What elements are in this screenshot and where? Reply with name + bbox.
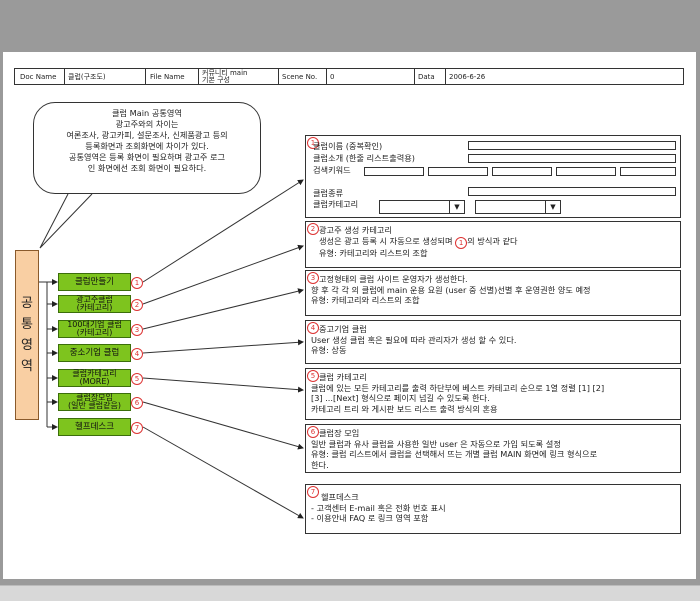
menu-club-category-button[interactable]: 클럽카테고리 (MORE) <box>58 369 131 387</box>
menu-number-badge: 7 <box>131 422 143 434</box>
menu-label: 클럽만들기 <box>74 276 115 287</box>
club-leader-meeting-box: 6 클럽장 모임 일반 클럽과 유사 클럽을 사용한 일반 user 은 자동으… <box>305 424 681 473</box>
common-area-callout: 클럽 Main 공통영역 광고주와의 차이는 여론조사, 광고카피, 설문조사,… <box>33 102 261 194</box>
vertical-char: 역 <box>21 359 33 374</box>
callout-line: 공통영역은 등록 화면이 필요하며 광고주 로그 <box>68 152 226 162</box>
menu-number-badge: 1 <box>131 277 143 289</box>
box-text: 유형: 카테고리와 리스트의 조합 <box>311 295 420 305</box>
callout-line: 광고주와의 차이는 <box>115 119 179 129</box>
box-number-badge: 2 <box>307 223 319 235</box>
club-category-label: 클럽카테고리 <box>313 199 359 209</box>
menu-number-badge: 3 <box>131 324 143 336</box>
box-title: 클럽 카테고리 <box>319 372 367 382</box>
box-text: 클럽에 있는 모든 카테고리를 출력 하단부에 베스트 카테고리 순으로 1열 … <box>311 382 605 393</box>
vertical-char: 공 <box>21 296 33 311</box>
box-title: 클럽장 모임 <box>319 428 360 438</box>
menu-number-badge: 6 <box>131 397 143 409</box>
menu-number-badge: 2 <box>131 299 143 311</box>
box-text: 유형: 상동 <box>311 345 347 355</box>
menu-create-club-button[interactable]: 클럽만들기 <box>58 273 131 291</box>
box-text: - 고객센터 E-mail 혹은 전화 번호 표시 <box>311 502 446 513</box>
callout-line: 클럽 Main 공통영역 <box>112 108 182 118</box>
box-number-badge: 6 <box>307 426 319 438</box>
search-keyword-input[interactable] <box>428 167 488 176</box>
callout-line: 인 화면에선 조회 화면이 필요하다. <box>87 163 207 173</box>
chevron-down-icon: ▼ <box>545 201 560 213</box>
search-keyword-input[interactable] <box>620 167 676 176</box>
menu-label: 헬프데스크 <box>74 421 115 432</box>
menu-top100-club-button[interactable]: 100대기업 클럽 (카테고리) <box>58 320 131 338</box>
box-text: 한다. <box>311 459 329 470</box>
menu-helpdesk-button[interactable]: 헬프데스크 <box>58 418 131 436</box>
box-text: 생성은 광고 등록 시 자동으로 생성되며 1의 방식과 같다 <box>319 235 518 249</box>
vertical-char: 영 <box>21 338 33 353</box>
advertiser-category-box: 2 광고주 생성 카테고리 생성은 광고 등록 시 자동으로 생성되며 1의 방… <box>305 221 681 268</box>
menu-number-badge: 4 <box>131 348 143 360</box>
menu-advertiser-club-button[interactable]: 광고주클럽 (카테고리) <box>58 295 131 313</box>
box-text: User 생성 클럽 혹은 필요에 따라 관리자가 생성 할 수 있다. <box>311 334 517 345</box>
menu-label: 중소기업 클럽 <box>69 347 120 358</box>
box-title: 광고주 생성 카테고리 <box>319 225 392 235</box>
search-keyword-label: 검색키워드 <box>313 165 351 175</box>
box-number-badge: 4 <box>307 322 319 334</box>
common-area-vertical-label: 공 통 영 역 <box>15 250 39 420</box>
box-number-badge: 7 <box>307 486 319 498</box>
helpdesk-box: 7 헬프데스크 - 고객센터 E-mail 혹은 전화 번호 표시 - 이용안내… <box>305 484 681 534</box>
box-text: 유형: 클럽 리스트에서 클럽을 선택해서 뜨는 개별 클럽 MAIN 화면에 … <box>311 449 598 459</box>
search-keyword-input[interactable] <box>492 167 552 176</box>
box-text: 일반 클럽과 유사 클럽을 사용한 일반 user 은 자동으로 가입 되도록 … <box>311 438 561 449</box>
box-number-badge: 5 <box>307 370 319 382</box>
menu-sublabel: (MORE) <box>79 377 110 386</box>
inline-number-badge: 1 <box>455 236 468 249</box>
menu-sublabel: (카테고리) <box>76 303 113 312</box>
club-intro-label: 클럽소개 (한줄 리스트출력용) <box>313 153 415 163</box>
box-title: 중고기업 클럽 <box>319 324 367 334</box>
box-title: 헬프데스크 <box>321 492 359 502</box>
menu-sme-club-button[interactable]: 중소기업 클럽 <box>58 344 131 362</box>
sme-club-box: 4 중고기업 클럽 User 생성 클럽 혹은 필요에 따라 관리자가 생성 할… <box>305 320 681 364</box>
box-text: 향 후 각 각 의 클럽에 main 운용 요원 (user 중 선별)선별 후… <box>311 284 591 295</box>
callout-line: 여론조사, 광고카피, 설문조사, 신제품광고 등의 <box>66 130 228 140</box>
callout-line: 등록화면과 조회화면에 차이가 있다. <box>85 141 209 151</box>
club-name-label: 클럽이름 (중복확인) <box>313 141 383 151</box>
club-type-input[interactable] <box>468 187 676 196</box>
box-number-badge: 3 <box>307 272 319 284</box>
menu-sublabel: (카테고리) <box>76 328 113 337</box>
club-name-input[interactable] <box>468 141 676 150</box>
club-category-select-2[interactable]: ▼ <box>475 200 561 214</box>
club-intro-input[interactable] <box>468 154 676 163</box>
box-text: 유형: 카테고리와 리스트의 조합 <box>319 247 428 258</box>
top100-club-box: 3 고정형태의 클럽 사이트 운영자가 생성한다. 향 후 각 각 의 클럽에 … <box>305 270 681 316</box>
box-text: 고정형태의 클럽 사이트 운영자가 생성한다. <box>319 274 468 284</box>
box-text: 카테고리 트리 와 게시판 보드 리스트 출력 방식의 혼용 <box>311 403 498 414</box>
box-text: - 이용안내 FAQ 로 링크 영역 포함 <box>311 513 429 523</box>
menu-club-leader-meeting-button[interactable]: 클럽장모임 (일반 클럽같음) <box>58 393 131 411</box>
club-category-box: 5 클럽 카테고리 클럽에 있는 모든 카테고리를 출력 하단부에 베스트 카테… <box>305 368 681 420</box>
search-keyword-input[interactable] <box>364 167 424 176</box>
chevron-down-icon: ▼ <box>449 201 464 213</box>
callout-tail <box>39 193 93 249</box>
club-type-label: 클럽종류 <box>313 188 344 198</box>
search-keyword-input[interactable] <box>556 167 616 176</box>
create-club-form-box: 1 클럽이름 (중복확인) 클럽소개 (한줄 리스트출력용) 검색키워드 클럽종… <box>305 135 681 218</box>
menu-number-badge: 5 <box>131 373 143 385</box>
box-text: [3] ...[Next] 형식으로 페이지 넘길 수 있도록 한다. <box>311 393 490 403</box>
menu-sublabel: (일반 클럽같음) <box>68 401 121 410</box>
vertical-char: 통 <box>21 317 33 332</box>
club-category-select-1[interactable]: ▼ <box>379 200 465 214</box>
